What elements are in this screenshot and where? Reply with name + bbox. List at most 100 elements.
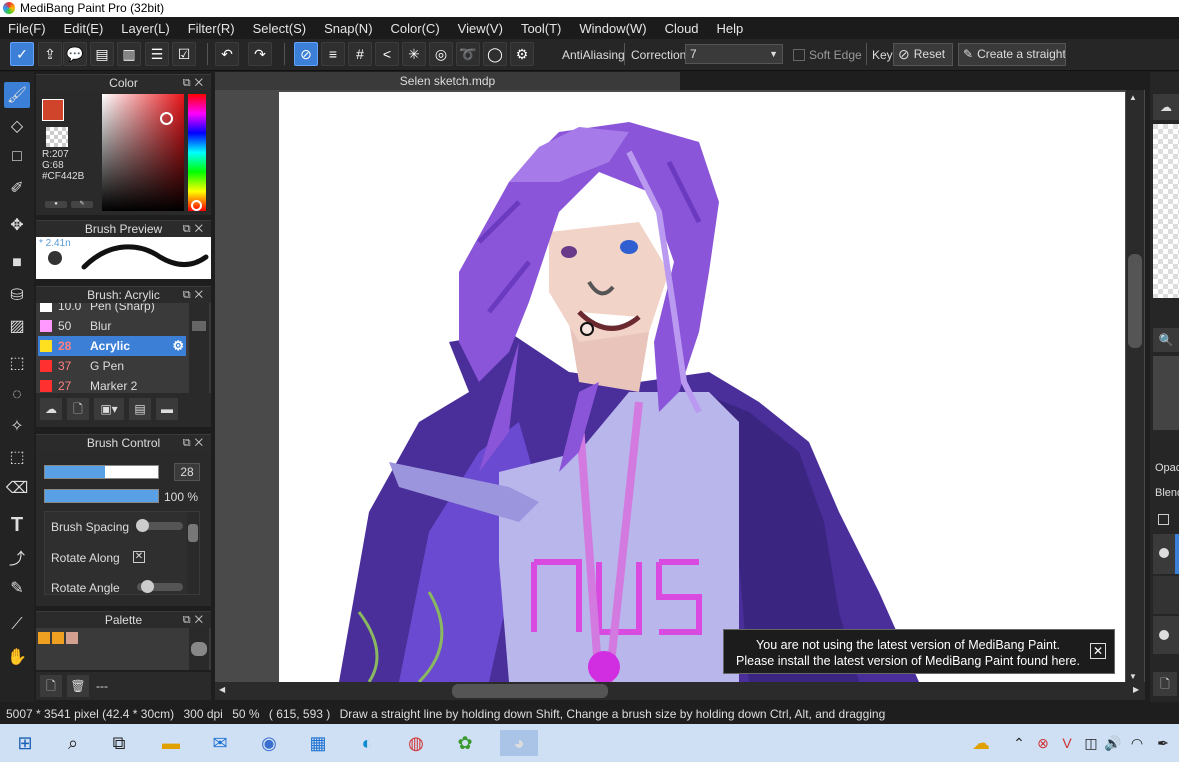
menu-window[interactable]: Window(W): [579, 21, 646, 36]
brush-settings-icon[interactable]: ▤: [129, 398, 151, 420]
new-layer-icon[interactable]: 🗋: [1153, 672, 1177, 696]
comment-icon[interactable]: 💬: [63, 42, 87, 66]
saturation-value-square[interactable]: [102, 94, 184, 211]
speaker-icon[interactable]: 🔊: [1100, 730, 1126, 756]
scroll-right-icon[interactable]: ▶: [1133, 685, 1139, 694]
bucket-tool-icon[interactable]: ⛁: [4, 282, 30, 308]
chat-app-icon[interactable]: ◉: [256, 730, 282, 756]
color-tool-button-2[interactable]: ✎: [71, 201, 93, 208]
slider-handle[interactable]: [141, 580, 154, 593]
zoom-icon[interactable]: 🔍: [1153, 328, 1179, 352]
rotate-angle-slider[interactable]: [137, 580, 183, 593]
brush-spacing-slider[interactable]: [136, 519, 183, 532]
paint-app-icon[interactable]: ✿: [452, 730, 478, 756]
menu-snap[interactable]: Snap(N): [324, 21, 372, 36]
select-eraser-tool-icon[interactable]: ⌫: [4, 475, 30, 501]
update-notification[interactable]: You are not using the latest version of …: [723, 629, 1115, 674]
close-icon[interactable]: ✕: [1090, 643, 1106, 659]
operation-tool-icon[interactable]: ⤴: [4, 544, 30, 570]
curve-snap-icon[interactable]: ➰: [456, 42, 480, 66]
primary-color-swatch[interactable]: [42, 99, 64, 121]
document-icon[interactable]: ▥: [117, 42, 141, 66]
vertical-scrollbar[interactable]: ▲ ▼: [1126, 90, 1144, 686]
medibang-taskbar-icon[interactable]: ◕: [500, 730, 538, 756]
eyedropper-tool-icon[interactable]: ⟋: [4, 612, 30, 638]
list-item[interactable]: 27 Marker 2: [38, 376, 186, 393]
brush-size-slider[interactable]: [44, 465, 159, 479]
gear-icon[interactable]: ⚙: [172, 336, 184, 356]
palette-swatch[interactable]: [66, 632, 78, 644]
add-brush-dropdown-icon[interactable]: ▣▾: [94, 398, 124, 420]
menu-select[interactable]: Select(S): [253, 21, 306, 36]
menu-cloud[interactable]: Cloud: [665, 21, 699, 36]
store-icon[interactable]: ▦: [305, 730, 331, 756]
notification-line2[interactable]: Please install the latest version of Med…: [732, 653, 1084, 669]
move-tool-icon[interactable]: ✥: [4, 212, 30, 238]
cloud-brush-icon[interactable]: ☁: [40, 398, 62, 420]
text-tool-icon[interactable]: T: [4, 512, 30, 538]
file-explorer-icon[interactable]: ▬: [158, 730, 184, 756]
share-icon[interactable]: ⇪: [38, 42, 62, 66]
menu-help[interactable]: Help: [717, 21, 744, 36]
menu-tool[interactable]: Tool(T): [521, 21, 561, 36]
brush-tool-icon[interactable]: 🖌: [4, 82, 30, 108]
lasso-tool-icon[interactable]: ◌: [4, 382, 30, 408]
menu-filter[interactable]: Filter(R): [188, 21, 235, 36]
grid-snap-icon[interactable]: #: [348, 42, 372, 66]
hand-tool-icon[interactable]: ✋: [4, 644, 30, 670]
palette-scrollbar[interactable]: [189, 628, 209, 670]
select-pen-tool-icon[interactable]: ⬚: [4, 444, 30, 470]
blur-tool-icon[interactable]: ✐: [4, 175, 30, 201]
palette-swatch[interactable]: [38, 632, 50, 644]
task-view-icon[interactable]: ⧉: [106, 730, 132, 756]
redo-icon[interactable]: ↷: [248, 42, 272, 66]
mail-icon[interactable]: ✉: [207, 730, 233, 756]
wifi-icon[interactable]: ◠: [1124, 730, 1150, 756]
weather-icon[interactable]: ☁: [968, 730, 994, 756]
brush-size-field[interactable]: 28: [174, 463, 200, 481]
undo-icon[interactable]: ↶: [215, 42, 239, 66]
options-scrollbar[interactable]: [187, 512, 199, 594]
correction-select[interactable]: 7 ▼: [685, 44, 783, 64]
palette-swatch[interactable]: [52, 632, 64, 644]
list-item[interactable]: 10.0 Pen (Sharp): [38, 303, 186, 316]
layer-option-checkbox[interactable]: [1158, 514, 1169, 525]
trash-icon[interactable]: 🗑: [67, 675, 89, 697]
reset-button[interactable]: ⊘ Reset: [893, 43, 953, 66]
scroll-down-icon[interactable]: ▼: [1129, 672, 1137, 681]
panel-controls-icon[interactable]: ⧉✕: [183, 612, 207, 629]
gradient-tool-icon[interactable]: ▨: [4, 313, 30, 339]
menu-file[interactable]: File(F): [8, 21, 46, 36]
layer-row[interactable]: [1153, 534, 1179, 574]
scrollbar-thumb[interactable]: [191, 642, 207, 656]
checklist-icon[interactable]: ☑: [172, 42, 196, 66]
panel-controls-icon[interactable]: ⧉✕: [183, 75, 207, 92]
slider-handle[interactable]: [136, 519, 149, 532]
tab-document[interactable]: Selen sketch.mdp: [215, 72, 680, 90]
edge-browser-icon[interactable]: ◐: [354, 730, 380, 756]
soft-edge-checkbox[interactable]: [793, 49, 805, 61]
create-straight-button[interactable]: ✎ Create a straight: [958, 43, 1066, 66]
new-brush-icon[interactable]: 🗋: [67, 398, 89, 420]
menu-view[interactable]: View(V): [458, 21, 503, 36]
dot-tool-icon[interactable]: □: [4, 144, 30, 170]
list-item-selected[interactable]: 28 Acrylic ⚙: [38, 336, 186, 356]
eye-icon[interactable]: [1159, 630, 1169, 640]
perspective-snap-icon[interactable]: <: [375, 42, 399, 66]
scrollbar-thumb[interactable]: [192, 321, 206, 331]
fill-rect-tool-icon[interactable]: ■: [4, 250, 30, 276]
scrollbar-thumb[interactable]: [188, 524, 198, 542]
new-palette-icon[interactable]: 🗋: [40, 675, 62, 697]
cloud-upload-icon[interactable]: ☁: [1153, 94, 1179, 120]
hue-slider[interactable]: [188, 94, 206, 211]
scroll-left-icon[interactable]: ◀: [219, 685, 225, 694]
rotate-along-checkbox[interactable]: ✕: [133, 551, 145, 563]
network-warning-icon[interactable]: ⊗: [1030, 730, 1056, 756]
scrollbar-thumb[interactable]: [1128, 254, 1142, 348]
scrollbar-thumb[interactable]: [452, 684, 608, 698]
hue-slider-handle[interactable]: [191, 200, 202, 211]
color-tool-button[interactable]: ●: [45, 201, 67, 208]
horizontal-scrollbar[interactable]: ◀ ▶: [215, 682, 1145, 700]
pen-icon[interactable]: ✒: [1150, 730, 1176, 756]
chevron-up-icon[interactable]: ⌃: [1006, 730, 1032, 756]
